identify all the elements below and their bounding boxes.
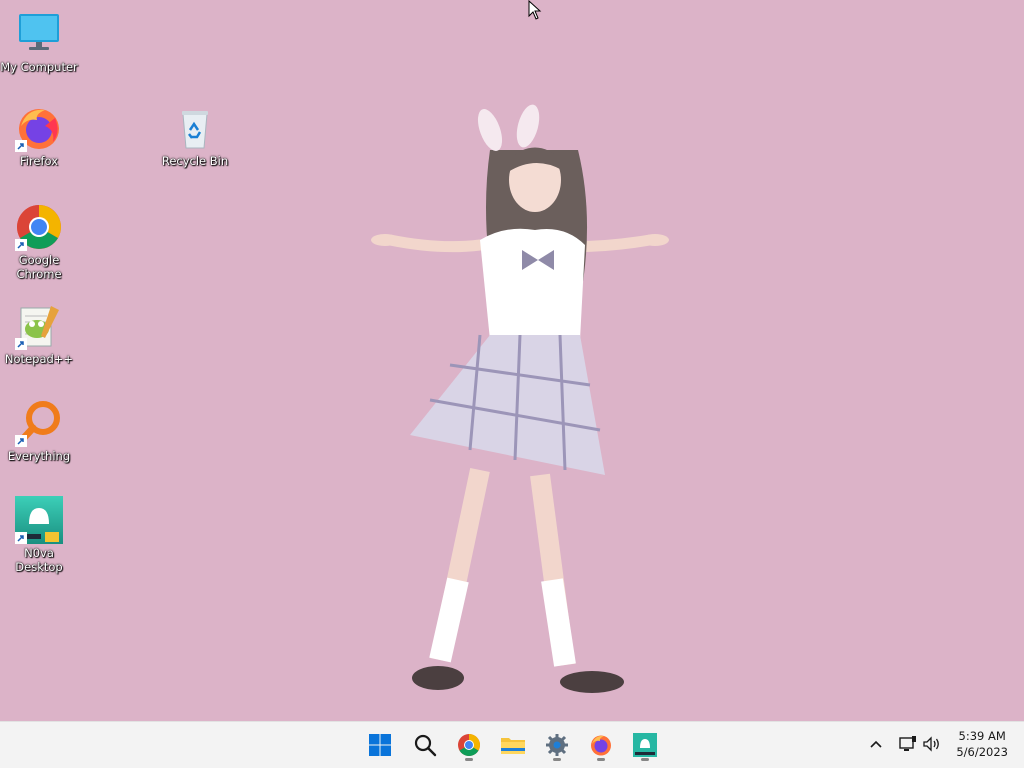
running-indicator bbox=[465, 758, 473, 761]
taskbar-clock[interactable]: 5:39 AM 5/6/2023 bbox=[956, 728, 1008, 760]
taskbar-search-button[interactable] bbox=[407, 728, 443, 762]
network-icon[interactable] bbox=[898, 734, 918, 754]
desktop-icon-label: Firefox bbox=[19, 154, 59, 168]
desktop: My Computer Firefox Recycle Bin Google C… bbox=[0, 0, 1024, 721]
desktop-icon-label: Google Chrome bbox=[16, 253, 62, 281]
clock-date: 5/6/2023 bbox=[956, 745, 1008, 759]
windows-start-icon bbox=[369, 734, 391, 756]
running-indicator bbox=[641, 758, 649, 761]
wallpaper-anime-girl-image bbox=[371, 104, 669, 693]
n0va-desktop-icon bbox=[633, 733, 657, 757]
desktop-icon-label: N0va Desktop bbox=[15, 546, 63, 574]
running-indicator bbox=[597, 758, 605, 761]
desktop-icon-recycle-bin[interactable]: Recycle Bin bbox=[156, 104, 234, 168]
recycle-bin-icon bbox=[182, 111, 208, 149]
desktop-icon-google-chrome[interactable]: Google Chrome bbox=[0, 203, 78, 281]
desktop-icon-label: Everything bbox=[7, 449, 71, 463]
file-explorer-icon bbox=[501, 738, 525, 754]
volume-icon[interactable] bbox=[922, 734, 942, 754]
desktop-icon-label: Notepad++ bbox=[4, 352, 74, 366]
shortcut-arrow-icon bbox=[15, 435, 27, 447]
chrome-icon bbox=[458, 734, 480, 756]
desktop-icon-my-computer[interactable]: My Computer bbox=[0, 10, 78, 74]
start-button[interactable] bbox=[362, 728, 398, 762]
desktop-icon-firefox[interactable]: Firefox bbox=[0, 104, 78, 168]
shortcut-arrow-icon bbox=[15, 239, 27, 251]
running-indicator bbox=[553, 758, 561, 761]
monitor-icon bbox=[19, 14, 59, 50]
settings-gear-icon bbox=[546, 734, 568, 756]
shortcut-arrow-icon bbox=[15, 532, 27, 544]
desktop-icon-label: My Computer bbox=[0, 60, 78, 74]
firefox-icon bbox=[591, 735, 611, 756]
chevron-up-icon[interactable] bbox=[866, 734, 886, 754]
taskbar-settings-button[interactable] bbox=[539, 728, 575, 762]
mouse-cursor-icon bbox=[528, 0, 542, 20]
shortcut-arrow-icon bbox=[15, 140, 27, 152]
taskbar-file-explorer-button[interactable] bbox=[495, 728, 531, 762]
taskbar-chrome-button[interactable] bbox=[451, 728, 487, 762]
desktop-icon-label: Recycle Bin bbox=[161, 154, 229, 168]
desktop-icon-everything[interactable]: Everything bbox=[0, 399, 78, 463]
taskbar-firefox-button[interactable] bbox=[583, 728, 619, 762]
clock-time: 5:39 AM bbox=[958, 729, 1006, 743]
search-icon bbox=[414, 734, 437, 757]
desktop-icon-n0va-desktop[interactable]: N0va Desktop bbox=[0, 496, 78, 574]
desktop-icon-notepadpp[interactable]: Notepad++ bbox=[0, 302, 78, 366]
taskbar: 5:39 AM 5/6/2023 bbox=[0, 721, 1024, 768]
shortcut-arrow-icon bbox=[15, 338, 27, 350]
taskbar-n0va-desktop-button[interactable] bbox=[627, 728, 663, 762]
